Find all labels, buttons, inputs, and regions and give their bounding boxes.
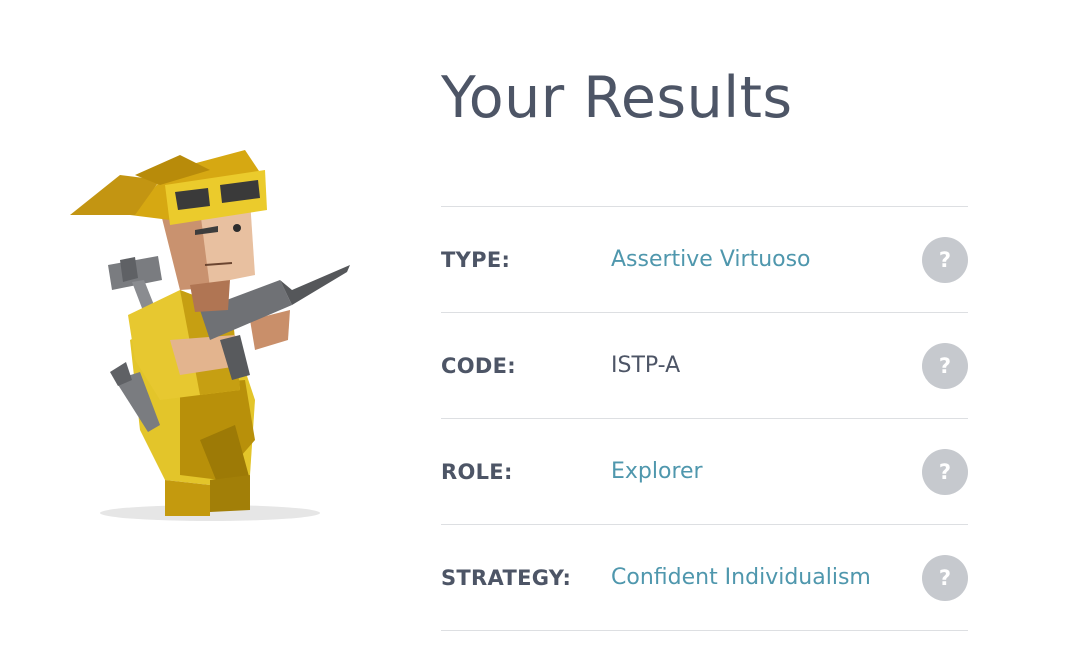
role-link[interactable]: Explorer bbox=[611, 459, 703, 484]
result-row-type: TYPE: Assertive Virtuoso ? bbox=[441, 207, 968, 313]
results-table: TYPE: Assertive Virtuoso ? CODE: ISTP-A … bbox=[441, 206, 968, 631]
results-panel: Your Results TYPE: Assertive Virtuoso ? … bbox=[441, 62, 968, 631]
help-icon[interactable]: ? bbox=[922, 343, 968, 389]
result-label: STRATEGY: bbox=[441, 565, 572, 590]
result-label: CODE: bbox=[441, 353, 516, 378]
code-value: ISTP-A bbox=[611, 353, 681, 378]
result-label: TYPE: bbox=[441, 247, 511, 272]
strategy-link[interactable]: Confident Individualism bbox=[611, 565, 871, 590]
result-row-role: ROLE: Explorer ? bbox=[441, 419, 968, 525]
result-row-code: CODE: ISTP-A ? bbox=[441, 313, 968, 419]
help-icon[interactable]: ? bbox=[922, 237, 968, 283]
result-row-strategy: STRATEGY: Confident Individualism ? bbox=[441, 525, 968, 631]
help-icon[interactable]: ? bbox=[922, 555, 968, 601]
help-icon[interactable]: ? bbox=[922, 449, 968, 495]
result-label: ROLE: bbox=[441, 459, 513, 484]
virtuoso-character-icon bbox=[60, 140, 360, 540]
type-link[interactable]: Assertive Virtuoso bbox=[611, 247, 811, 272]
page-title: Your Results bbox=[441, 65, 793, 131]
